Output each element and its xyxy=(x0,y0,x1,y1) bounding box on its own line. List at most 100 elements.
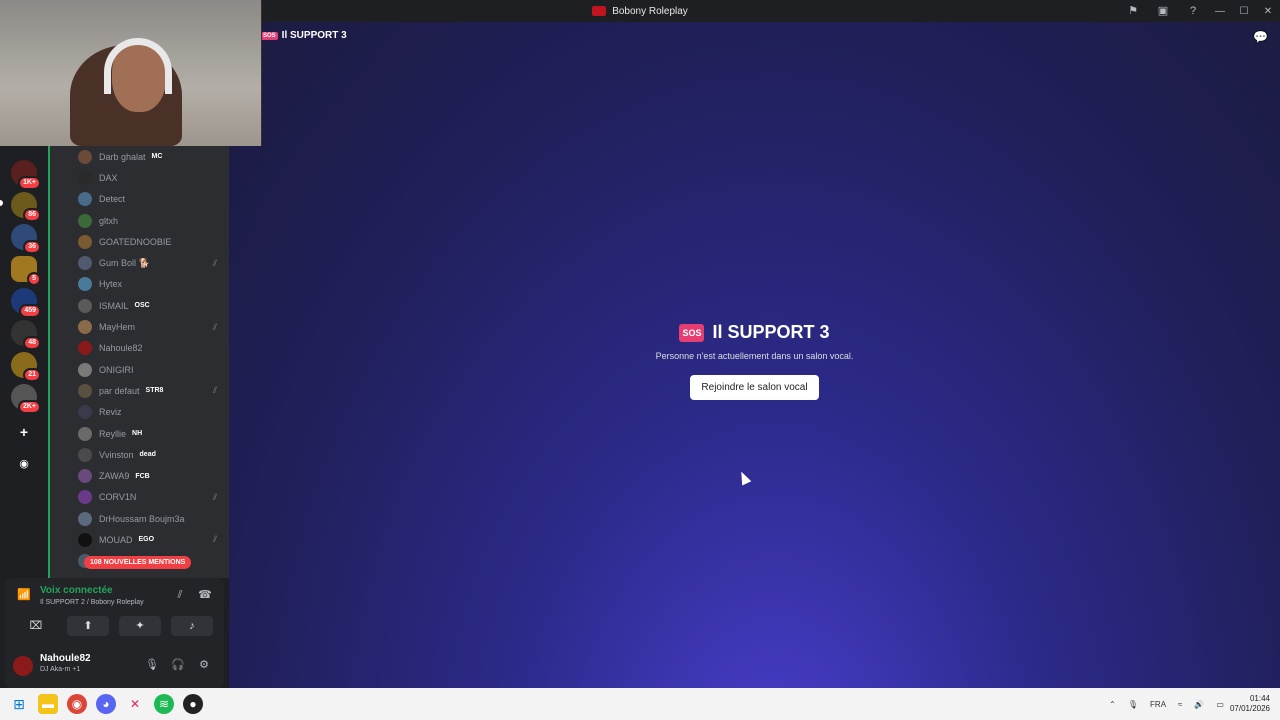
file-explorer-icon[interactable]: ▬ xyxy=(38,694,58,714)
member-row[interactable]: Vvinston dead xyxy=(50,444,229,465)
member-row[interactable]: Darb ghalat MC xyxy=(50,146,229,167)
member-name: DAX xyxy=(99,172,118,183)
webcam-overlay xyxy=(0,0,262,146)
taskbar-clock[interactable]: 01:44 07/01/2026 xyxy=(1230,694,1270,714)
avatar xyxy=(78,320,92,335)
discord-icon[interactable]: ◕ xyxy=(96,694,116,714)
member-name: ISMAIL xyxy=(99,300,129,311)
signal-icon[interactable]: 📶 xyxy=(17,588,31,601)
server-folder-icon[interactable]: 2K+ xyxy=(11,384,41,414)
member-row[interactable]: par defaut STR8 ⫽ xyxy=(50,380,229,401)
muted-icon: ⫽ xyxy=(212,257,217,268)
member-row[interactable]: Gum Boll 🐕 ⫽ xyxy=(50,252,229,273)
muted-icon: ⫽ xyxy=(212,534,217,545)
member-tag: EGO xyxy=(138,536,155,544)
add-server-icon[interactable]: + xyxy=(13,421,35,443)
member-name: Detect xyxy=(99,194,126,205)
noise-suppression-icon[interactable]: ⫽ xyxy=(171,586,189,604)
avatar xyxy=(78,362,92,377)
battery-icon[interactable]: ▭ xyxy=(1216,700,1224,709)
member-row[interactable]: GOATEDNOOBIE xyxy=(50,231,229,252)
close-button[interactable]: ✕ xyxy=(1256,6,1280,17)
language-indicator[interactable]: FRA xyxy=(1150,700,1166,709)
user-panel: Nahoule82 DJ Aka-m +1 🎙 🎧 ⚙ xyxy=(5,644,224,688)
member-row[interactable]: MayHem ⫽ xyxy=(50,316,229,337)
chat-bubble-icon[interactable]: 💬 xyxy=(1253,30,1268,44)
help-icon[interactable]: ? xyxy=(1186,4,1200,18)
new-mentions-button[interactable]: 108 NOUVELLES MENTIONS xyxy=(84,556,192,569)
voice-channel-name[interactable]: Il SUPPORT 2 / Bobony Roleplay xyxy=(40,599,144,606)
member-row[interactable]: gltxh xyxy=(50,210,229,231)
join-voice-button[interactable]: Rejoindre le salon vocal xyxy=(690,375,819,400)
app-x-icon[interactable]: ✕ xyxy=(125,694,145,714)
avatar xyxy=(78,405,92,420)
avatar xyxy=(78,469,92,484)
member-row[interactable]: DrHoussam Boujm3a xyxy=(50,508,229,529)
member-row[interactable]: MOUAD EGO ⫽ xyxy=(50,529,229,550)
microphone-tray-icon[interactable]: 🎙 xyxy=(1128,700,1138,709)
channel-emoji: SOS xyxy=(261,31,278,40)
inbox-icon[interactable]: ▣ xyxy=(1156,4,1170,18)
user-name: Nahoule82 xyxy=(40,653,91,664)
minimize-button[interactable]: — xyxy=(1208,6,1232,17)
settings-gear-icon[interactable]: ⚙ xyxy=(195,656,213,674)
screen-share-button[interactable]: ⬆ xyxy=(67,616,109,636)
member-row[interactable]: DAX xyxy=(50,167,229,188)
chrome-icon[interactable]: ◉ xyxy=(67,694,87,714)
member-name: GOATEDNOOBIE xyxy=(99,236,172,247)
voice-channel-view: SOS Il SUPPORT 3 💬 SOS Il SUPPORT 3 Pers… xyxy=(229,22,1280,688)
member-name: Vvinston xyxy=(99,449,134,460)
member-row[interactable]: Nahoule82 xyxy=(50,338,229,359)
headphones-icon[interactable]: 🎧 xyxy=(169,656,187,674)
discover-icon[interactable]: ◉ xyxy=(13,453,35,475)
member-row[interactable]: ZAWA9 FCB xyxy=(50,465,229,486)
disconnect-icon[interactable]: ☎ xyxy=(196,586,214,604)
server-icon[interactable]: 1K+ xyxy=(11,160,41,190)
avatar xyxy=(78,511,92,526)
spotify-icon[interactable]: ≋ xyxy=(154,694,174,714)
member-row[interactable]: ISMAIL OSC xyxy=(50,295,229,316)
maximize-button[interactable]: ☐ xyxy=(1232,6,1256,17)
voice-member-list: Darb ghalat MC DAX Detect gltxh GOATEDNOOBIE G… xyxy=(48,146,229,578)
muted-icon: ⫽ xyxy=(212,321,217,332)
game-launcher-icon[interactable]: ● xyxy=(183,694,203,714)
headset-icon xyxy=(104,38,172,94)
server-icon[interactable]: 21 xyxy=(11,352,41,382)
server-icon[interactable]: 36 xyxy=(11,224,41,254)
microphone-icon[interactable]: 🎙 xyxy=(143,656,161,674)
window-title: Bobony Roleplay xyxy=(612,5,688,17)
member-row[interactable]: Reyllie NH xyxy=(50,423,229,444)
avatar[interactable] xyxy=(13,656,33,676)
tray-chevron-icon[interactable]: ⌃ xyxy=(1109,700,1116,709)
member-name: Reyllie xyxy=(99,428,127,439)
server-icon[interactable]: 86 xyxy=(11,192,41,222)
member-name: ONIGIRI xyxy=(99,364,134,375)
avatar xyxy=(78,426,92,441)
member-row[interactable]: Hytex xyxy=(50,274,229,295)
soundboard-button[interactable]: ♪ xyxy=(171,616,213,636)
flag-icon[interactable]: ⚑ xyxy=(1126,4,1140,18)
member-row[interactable]: CORV1N ⫽ xyxy=(50,487,229,508)
windows-start-icon[interactable]: ⊞ xyxy=(9,694,29,714)
voice-connected-panel: 📶 Voix connectée Il SUPPORT 2 / Bobony R… xyxy=(5,578,224,644)
camera-off-button[interactable]: ⌧ xyxy=(15,616,57,636)
member-row[interactable]: ONIGIRI xyxy=(50,359,229,380)
activities-button[interactable]: ✦ xyxy=(119,616,161,636)
member-row[interactable]: Reviz xyxy=(50,402,229,423)
clock-date: 07/01/2026 xyxy=(1229,704,1270,713)
volume-icon[interactable]: 🔊 xyxy=(1194,700,1204,709)
server-icon[interactable]: 5 xyxy=(11,256,41,286)
wifi-icon[interactable]: ≈ xyxy=(1178,700,1182,709)
member-name: Nahoule82 xyxy=(99,343,143,354)
channel-header: SOS Il SUPPORT 3 xyxy=(261,30,347,41)
voice-status: Voix connectée xyxy=(40,585,113,596)
server-icon[interactable]: 48 xyxy=(11,320,41,350)
avatar xyxy=(78,447,92,462)
avatar xyxy=(78,256,92,271)
member-row[interactable]: Detect xyxy=(50,189,229,210)
member-tag: FCB xyxy=(135,472,150,480)
avatar xyxy=(78,532,92,547)
member-tag: NH xyxy=(132,430,143,437)
server-icon[interactable]: 459 xyxy=(11,288,41,318)
member-name: MOUAD xyxy=(99,534,133,545)
